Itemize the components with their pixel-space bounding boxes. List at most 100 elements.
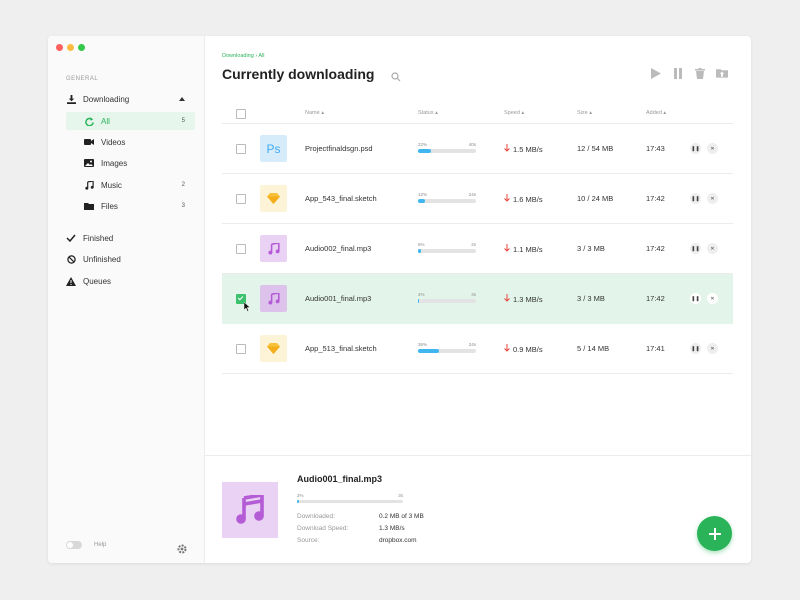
row-checkbox[interactable] [236, 344, 246, 354]
progress-bar [418, 249, 476, 253]
added-time: 17:41 [646, 344, 665, 353]
video-icon [84, 137, 94, 147]
toolbar [650, 67, 728, 79]
download-speed: 1.5 MB/s [504, 144, 543, 154]
pause-icon[interactable]: ❚❚ [690, 243, 701, 254]
row-checkbox[interactable] [236, 244, 246, 254]
progress-bar [418, 199, 476, 203]
table-row[interactable]: App_543_final.sketch 12% 24s 1.6 MB/s 10 … [222, 174, 733, 224]
progress-status: 22% 40s [418, 142, 476, 153]
window-controls [56, 44, 85, 51]
table-row-selected[interactable]: Audio001_final.mp3 2% 3s 1.3 MB/s 3 / 3 M… [222, 274, 733, 324]
sidebar-item-label: Queues [83, 276, 112, 286]
play-icon[interactable] [650, 67, 662, 79]
sidebar-item-label: Downloading [83, 94, 130, 104]
time-remaining: 3s [398, 493, 403, 498]
time-remaining: 40s [468, 142, 476, 147]
column-header-added[interactable]: Added ▴ [646, 110, 666, 116]
collapse-caret-icon[interactable] [179, 97, 185, 101]
sidebar: GENERAL Downloading All 5 Videos Images … [48, 36, 205, 563]
pause-icon[interactable]: ❚❚ [690, 143, 701, 154]
sidebar-item-unfinished[interactable]: Unfinished [66, 250, 121, 268]
breadcrumb[interactable]: Downloading › All [222, 53, 265, 59]
close-icon[interactable]: ✕ [707, 143, 718, 154]
page-title: Currently downloading [222, 66, 375, 82]
row-actions: ❚❚ ✕ [690, 143, 718, 154]
select-all-checkbox[interactable] [236, 109, 246, 119]
download-speed: 1.6 MB/s [504, 194, 543, 204]
sidebar-subitem-music[interactable]: Music 2 [66, 176, 195, 194]
sidebar-subitem-all[interactable]: All 5 [66, 112, 195, 130]
mouse-cursor-icon [243, 301, 251, 314]
speed-value: 0.9 MB/s [513, 344, 543, 354]
speed-value: 1.3 MB/s [379, 525, 405, 532]
table-row[interactable]: App_513_final.sketch 36% 24s 0.9 MB/s 5 /… [222, 324, 733, 374]
sidebar-subitem-images[interactable]: Images [66, 154, 195, 172]
close-window-button[interactable] [56, 44, 63, 51]
progress-percent: 22% [418, 142, 428, 147]
column-header-status[interactable]: Status ▴ [418, 110, 438, 116]
speed-value: 1.5 MB/s [513, 144, 543, 154]
audio-file-icon [260, 235, 287, 262]
column-header-speed[interactable]: Speed ▴ [504, 110, 524, 116]
row-actions: ❚❚ ✕ [690, 193, 718, 204]
sidebar-subitem-files[interactable]: Files 3 [66, 197, 195, 215]
download-icon [66, 94, 76, 104]
download-speed: 1.1 MB/s [504, 244, 543, 254]
count-badge: 2 [181, 182, 185, 188]
close-icon[interactable]: ✕ [707, 343, 718, 354]
close-icon[interactable]: ✕ [707, 243, 718, 254]
sidebar-item-downloading[interactable]: Downloading [66, 90, 129, 108]
progress-fill [418, 299, 420, 303]
file-name: Audio001_final.mp3 [305, 294, 372, 303]
time-remaining: 3s [471, 292, 476, 297]
add-download-button[interactable] [697, 516, 732, 551]
details-panel: Audio001_final.mp3 2% 3s Downloaded: 0.2 … [205, 455, 751, 563]
source-value: dropbox.com [379, 537, 417, 544]
file-size: 5 / 14 MB [577, 344, 610, 353]
sidebar-subitem-videos[interactable]: Videos [66, 133, 195, 151]
table-row[interactable]: Ps Projectfinaldsgn.psd 22% 40s 1.5 MB/s … [222, 124, 733, 174]
progress-percent: 2% [297, 493, 304, 498]
search-icon[interactable] [391, 69, 401, 87]
close-icon[interactable]: ✕ [707, 293, 718, 304]
sidebar-item-queues[interactable]: Queues [66, 272, 111, 290]
downloaded-label: Downloaded: [297, 513, 335, 520]
minimize-window-button[interactable] [67, 44, 74, 51]
help-toggle[interactable] [66, 541, 82, 549]
row-checkbox[interactable] [236, 194, 246, 204]
pause-icon[interactable]: ❚❚ [690, 293, 701, 304]
file-size: 12 / 54 MB [577, 144, 614, 153]
downloads-table: Name ▴ Status ▴ Speed ▴ Size ▴ Added ▴ P… [222, 104, 733, 374]
row-checkbox[interactable] [236, 144, 246, 154]
table-header: Name ▴ Status ▴ Speed ▴ Size ▴ Added ▴ [222, 104, 733, 124]
progress-percent: 12% [418, 192, 428, 197]
audio-file-icon [260, 285, 287, 312]
progress-status: 36% 24s [418, 342, 476, 353]
pause-icon[interactable] [672, 67, 684, 79]
column-header-size[interactable]: Size ▴ [577, 110, 592, 116]
progress-fill [297, 500, 300, 503]
column-header-name[interactable]: Name ▴ [305, 110, 324, 116]
count-badge: 3 [181, 203, 185, 209]
zoom-window-button[interactable] [78, 44, 85, 51]
gear-icon[interactable] [177, 541, 187, 559]
progress-bar [418, 299, 476, 303]
count-badge: 5 [181, 118, 185, 124]
trash-icon[interactable] [694, 67, 706, 79]
progress-fill [418, 249, 422, 253]
file-name: App_513_final.sketch [305, 344, 377, 353]
progress-fill [418, 199, 425, 203]
progress-percent: 6% [418, 242, 425, 247]
close-icon[interactable]: ✕ [707, 193, 718, 204]
folder-upload-icon[interactable] [716, 67, 728, 79]
progress-bar [418, 349, 476, 353]
arrow-down-icon [504, 294, 510, 304]
progress-fill [418, 149, 431, 153]
details-progress: 2% 3s [297, 493, 403, 503]
pause-icon[interactable]: ❚❚ [690, 343, 701, 354]
table-row[interactable]: Audio002_final.mp3 6% 2s 1.1 MB/s 3 / 3 M… [222, 224, 733, 274]
pause-icon[interactable]: ❚❚ [690, 193, 701, 204]
downloaded-value: 0.2 MB of 3 MB [379, 513, 424, 520]
sidebar-item-finished[interactable]: Finished [66, 229, 113, 247]
